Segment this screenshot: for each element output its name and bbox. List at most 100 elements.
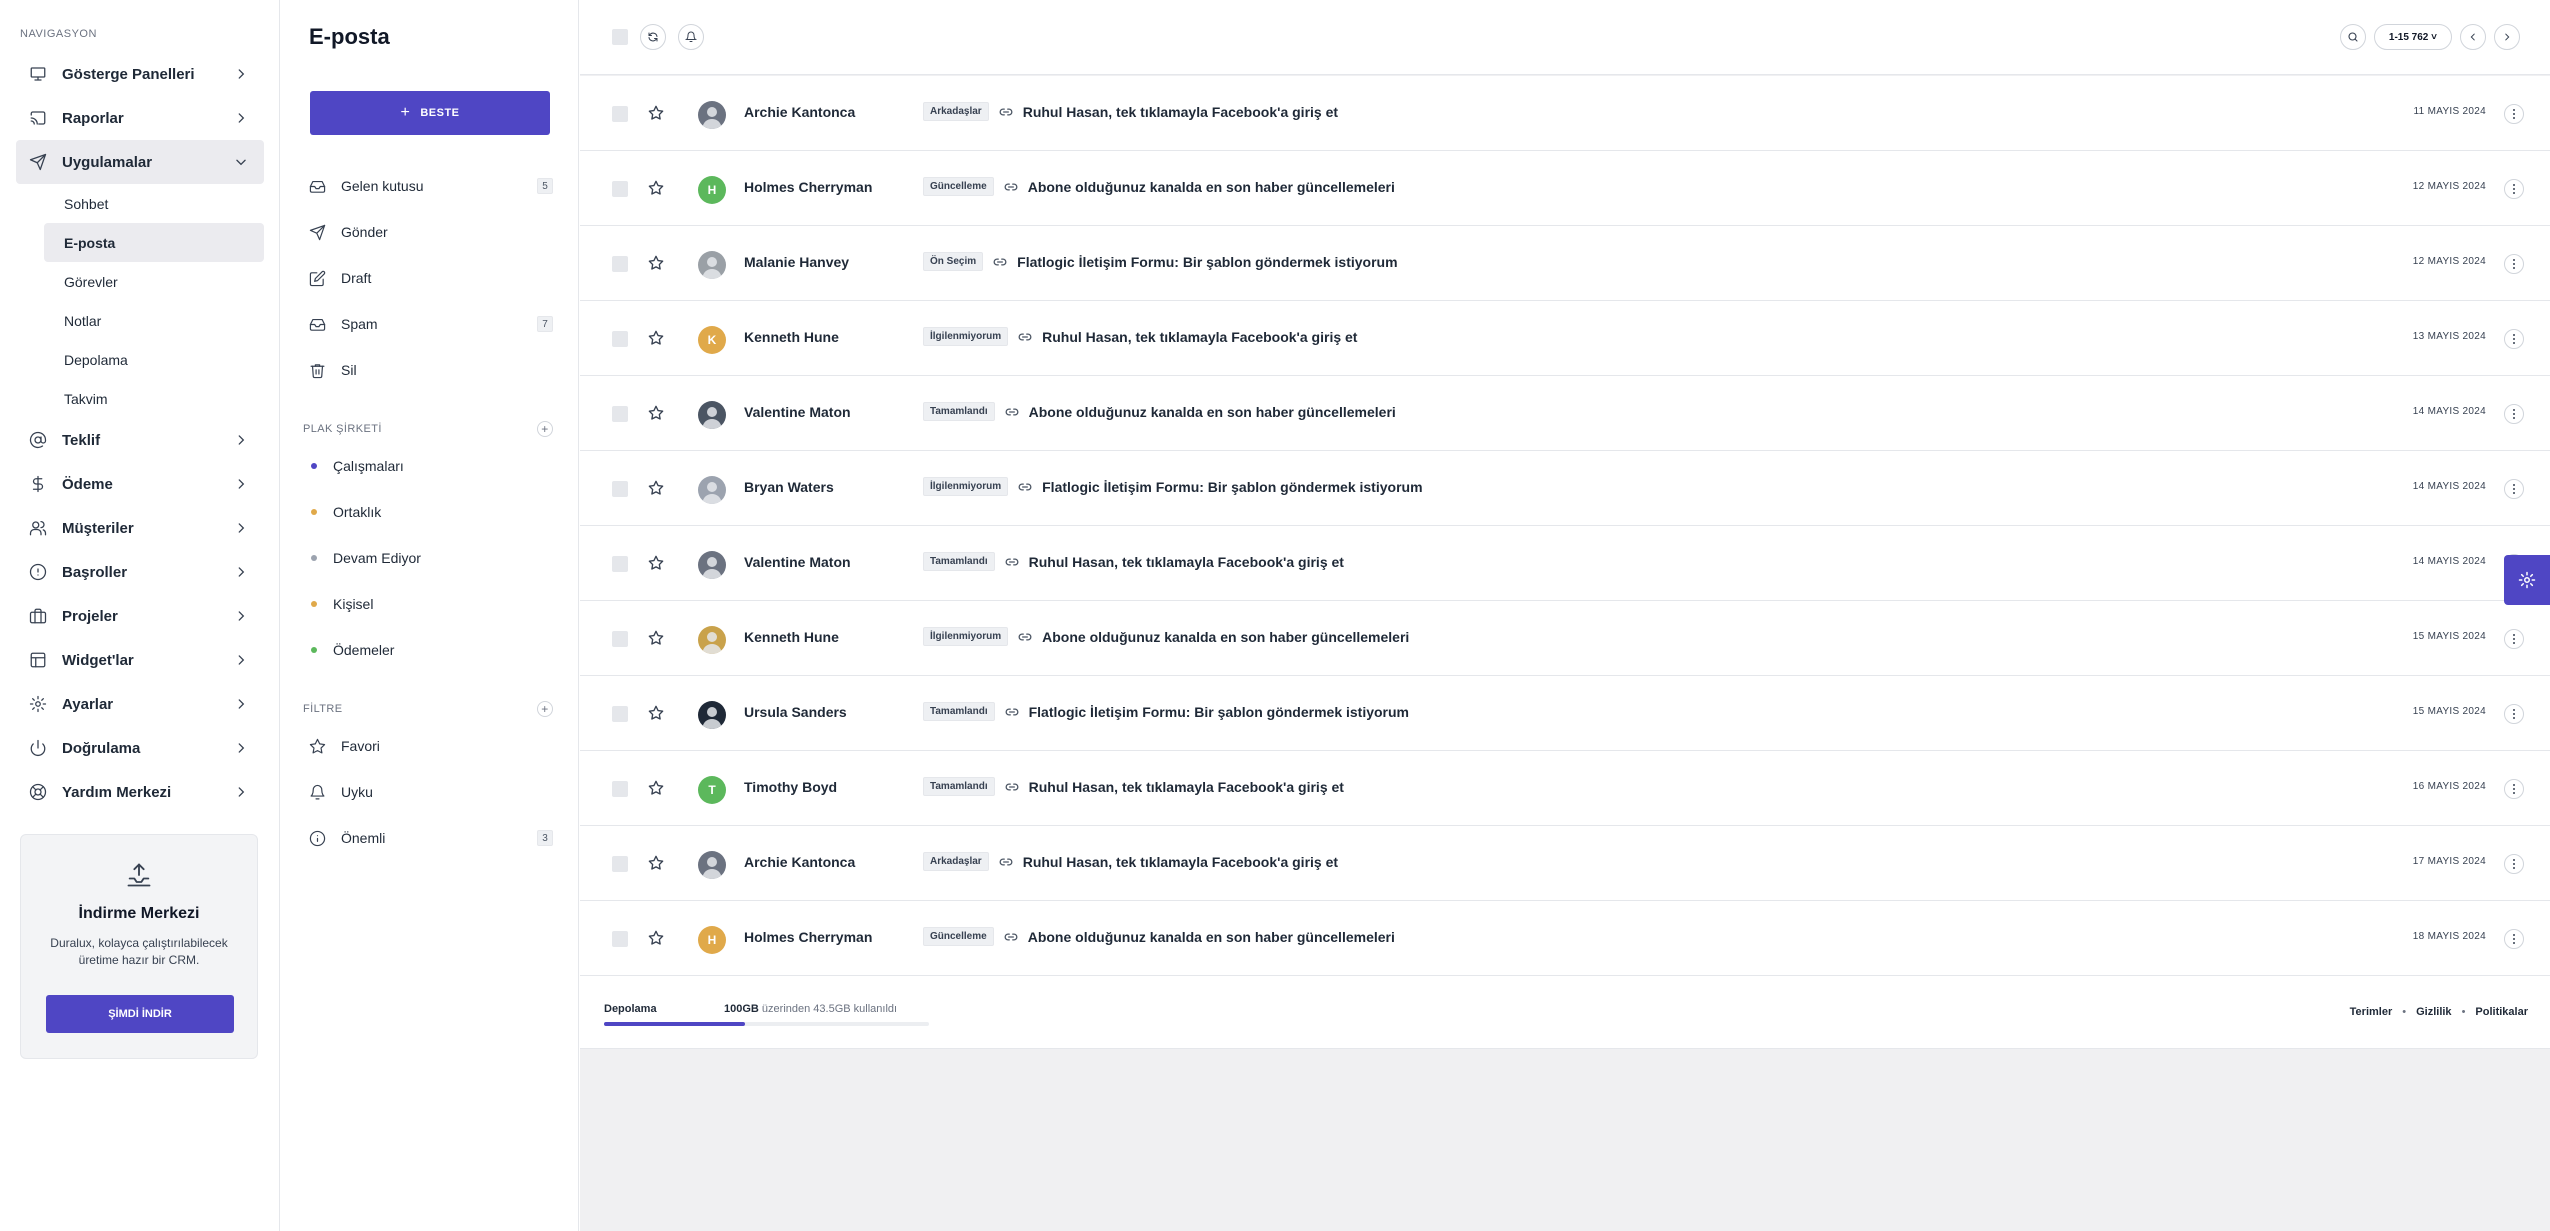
email-row[interactable]: Ursula Sanders Tamamlandı Flatlogic İletiş… bbox=[580, 676, 2550, 751]
email-checkbox[interactable] bbox=[612, 556, 628, 572]
sender-name: Bryan Waters bbox=[744, 479, 834, 495]
more-options-icon[interactable] bbox=[2504, 704, 2524, 724]
nav-item-uygulamalar[interactable]: Uygulamalar bbox=[16, 140, 264, 184]
filter-favori[interactable]: Favori bbox=[309, 723, 553, 769]
star-icon[interactable] bbox=[648, 930, 664, 946]
main-navigation: NAVIGASYON Gösterge Panelleri Raporlar Uyg… bbox=[0, 0, 280, 1231]
link-icon bbox=[999, 855, 1013, 869]
email-checkbox[interactable] bbox=[612, 706, 628, 722]
label-odemeler[interactable]: Ödemeler bbox=[309, 627, 553, 673]
email-row[interactable]: Kenneth Hune İlgilenmiyorum Abone olduğunu… bbox=[580, 601, 2550, 676]
next-page-button[interactable] bbox=[2494, 24, 2520, 50]
refresh-button[interactable] bbox=[640, 24, 666, 50]
nav-item-dogrulama[interactable]: Doğrulama bbox=[16, 726, 264, 770]
nav-item-teklif[interactable]: Teklif bbox=[16, 418, 264, 462]
select-all-checkbox[interactable] bbox=[612, 29, 628, 45]
more-options-icon[interactable] bbox=[2504, 779, 2524, 799]
email-row[interactable]: Valentine Maton Tamamlandı Abone olduğunuz… bbox=[580, 376, 2550, 451]
email-checkbox[interactable] bbox=[612, 256, 628, 272]
pagination-dropdown[interactable]: 1-15 762 ˅ bbox=[2373, 24, 2452, 50]
nav-item-widget-lar[interactable]: Widget'lar bbox=[16, 638, 264, 682]
footer-link-politikalar[interactable]: Politikalar bbox=[2475, 1006, 2528, 1018]
compose-button[interactable]: + BESTE bbox=[310, 91, 550, 135]
more-options-icon[interactable] bbox=[2504, 254, 2524, 274]
nav-item-gosterge-panelleri[interactable]: Gösterge Panelleri bbox=[16, 52, 264, 96]
nav-subitem-takvim[interactable]: Takvim bbox=[44, 379, 264, 418]
label-devam-ediyor[interactable]: Devam Ediyor bbox=[309, 535, 553, 581]
folder-spam[interactable]: Spam 7 bbox=[309, 301, 553, 347]
more-options-icon[interactable] bbox=[2504, 329, 2524, 349]
star-icon[interactable] bbox=[648, 330, 664, 346]
star-icon[interactable] bbox=[648, 180, 664, 196]
more-options-icon[interactable] bbox=[2504, 179, 2524, 199]
nav-item-musteriler[interactable]: Müşteriler bbox=[16, 506, 264, 550]
filter-onemli[interactable]: Önemli 3 bbox=[309, 815, 553, 861]
email-row[interactable]: Malanie Hanvey Ön Seçim Flatlogic İletişim… bbox=[580, 226, 2550, 301]
email-row[interactable]: Valentine Maton Tamamlandı Ruhul Hasan, te… bbox=[580, 526, 2550, 601]
add-label-icon[interactable]: + bbox=[537, 421, 553, 437]
more-options-icon[interactable] bbox=[2504, 854, 2524, 874]
storage-total: 100GB bbox=[724, 1003, 759, 1015]
nav-subitem-sohbet[interactable]: Sohbet bbox=[44, 184, 264, 223]
star-icon[interactable] bbox=[648, 555, 664, 571]
footer-link-terimler[interactable]: Terimler bbox=[2350, 1006, 2393, 1018]
nav-subitem-depolama[interactable]: Depolama bbox=[44, 340, 264, 379]
footer-link-gizlilik[interactable]: Gizlilik bbox=[2416, 1006, 2451, 1018]
label-ortaklik[interactable]: Ortaklık bbox=[309, 489, 553, 535]
theme-settings-button[interactable] bbox=[2504, 555, 2550, 605]
star-icon[interactable] bbox=[648, 780, 664, 796]
email-checkbox[interactable] bbox=[612, 856, 628, 872]
nav-item-ayarlar[interactable]: Ayarlar bbox=[16, 682, 264, 726]
add-filter-icon[interactable]: + bbox=[537, 701, 553, 717]
email-row[interactable]: Archie Kantonca Arkadaşlar Ruhul Hasan, te… bbox=[580, 76, 2550, 151]
email-row[interactable]: T Timothy Boyd Tamamlandı Ruhul Hasan, tek … bbox=[580, 751, 2550, 826]
email-row[interactable]: H Holmes Cherryman Güncelleme Abone olduğun… bbox=[580, 901, 2550, 976]
nav-item-odeme[interactable]: Ödeme bbox=[16, 462, 264, 506]
star-icon[interactable] bbox=[648, 630, 664, 646]
folder-sil[interactable]: Sil bbox=[309, 347, 553, 393]
search-button[interactable] bbox=[2339, 24, 2366, 50]
prev-page-button[interactable] bbox=[2460, 24, 2486, 50]
download-now-button[interactable]: ŞİMDİ İNDİR bbox=[46, 995, 234, 1033]
label-kisisel[interactable]: Kişisel bbox=[309, 581, 553, 627]
filter-uyku[interactable]: Uyku bbox=[309, 769, 553, 815]
nav-item-raporlar[interactable]: Raporlar bbox=[16, 96, 264, 140]
label-color-dot bbox=[311, 509, 317, 515]
nav-subitem-gorevler[interactable]: Görevler bbox=[44, 262, 264, 301]
email-row[interactable]: K Kenneth Hune İlgilenmiyorum Ruhul Hasan, … bbox=[580, 301, 2550, 376]
email-checkbox[interactable] bbox=[612, 106, 628, 122]
label-calismalari[interactable]: Çalışmaları bbox=[309, 443, 553, 489]
folder-gelen-kutusu[interactable]: Gelen kutusu 5 bbox=[309, 163, 553, 209]
email-checkbox[interactable] bbox=[612, 181, 628, 197]
more-options-icon[interactable] bbox=[2504, 404, 2524, 424]
star-icon[interactable] bbox=[648, 405, 664, 421]
star-icon[interactable] bbox=[648, 705, 664, 721]
star-icon[interactable] bbox=[648, 480, 664, 496]
star-icon[interactable] bbox=[648, 255, 664, 271]
more-options-icon[interactable] bbox=[2504, 479, 2524, 499]
email-checkbox[interactable] bbox=[612, 631, 628, 647]
email-row[interactable]: Bryan Waters İlgilenmiyorum Flatlogic İlet… bbox=[580, 451, 2550, 526]
notifications-button[interactable] bbox=[678, 24, 704, 50]
nav-subitem-e-posta[interactable]: E-posta bbox=[44, 223, 264, 262]
nav-item-projeler[interactable]: Projeler bbox=[16, 594, 264, 638]
folder-draft[interactable]: Draft bbox=[309, 255, 553, 301]
email-checkbox[interactable] bbox=[612, 406, 628, 422]
sender-name: Timothy Boyd bbox=[744, 779, 838, 795]
email-row[interactable]: H Holmes Cherryman Güncelleme Abone olduğun… bbox=[580, 151, 2550, 226]
refresh-icon bbox=[648, 32, 658, 42]
star-icon[interactable] bbox=[648, 105, 664, 121]
more-options-icon[interactable] bbox=[2504, 104, 2524, 124]
more-options-icon[interactable] bbox=[2504, 629, 2524, 649]
star-icon[interactable] bbox=[648, 855, 664, 871]
more-options-icon[interactable] bbox=[2504, 929, 2524, 949]
nav-item-basroller[interactable]: Başroller bbox=[16, 550, 264, 594]
folder-gonder[interactable]: Gönder bbox=[309, 209, 553, 255]
email-checkbox[interactable] bbox=[612, 781, 628, 797]
email-checkbox[interactable] bbox=[612, 331, 628, 347]
nav-item-yardim-merkezi[interactable]: Yardım Merkezi bbox=[16, 770, 264, 814]
email-row[interactable]: Archie Kantonca Arkadaşlar Ruhul Hasan, te… bbox=[580, 826, 2550, 901]
email-checkbox[interactable] bbox=[612, 481, 628, 497]
email-checkbox[interactable] bbox=[612, 931, 628, 947]
nav-subitem-notlar[interactable]: Notlar bbox=[44, 301, 264, 340]
